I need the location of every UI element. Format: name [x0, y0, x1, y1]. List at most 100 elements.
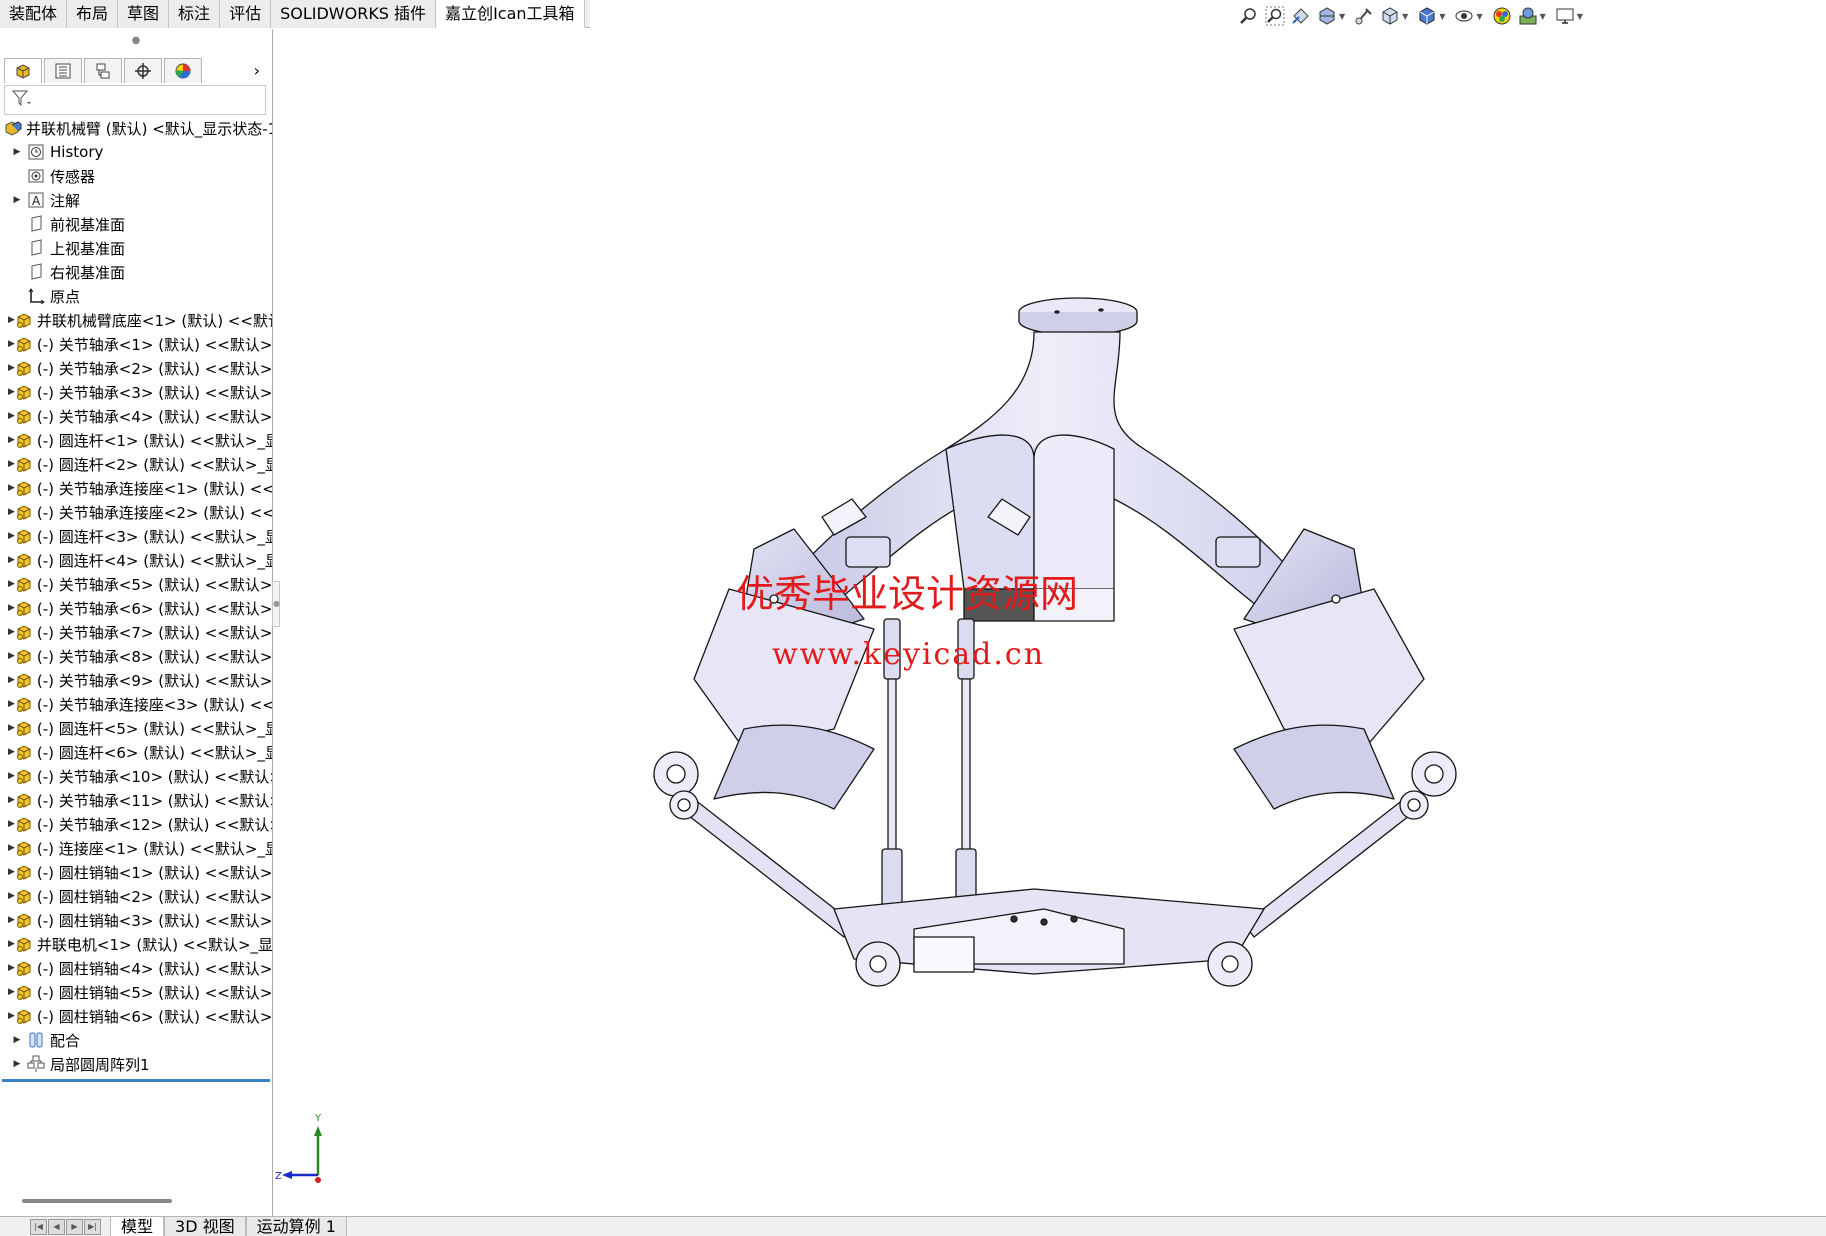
hide-show-items-icon[interactable] — [1453, 5, 1475, 27]
expand-arrow-icon[interactable]: ▶ — [8, 1059, 26, 1069]
expand-arrow-icon[interactable]: ▶ — [8, 363, 15, 373]
tree-item[interactable]: ▶ (-) 关节轴承<7> (默认) <<默认>_显示状态 1> — [0, 620, 272, 644]
tree-item[interactable]: ▶ (-) 关节轴承<9> (默认) <<默认>_显示状态 1> — [0, 668, 272, 692]
tree-item[interactable]: ▶ (-) 关节轴承<2> (默认) <<默认>_显示状态 1> — [0, 356, 272, 380]
tree-item[interactable]: ▶ (-) 圆连杆<2> (默认) <<默认>_显示状态 1> — [0, 452, 272, 476]
command-tab-1[interactable]: 布局 — [67, 0, 119, 28]
chevron-down-icon[interactable]: ▼ — [1402, 12, 1408, 21]
expand-arrow-icon[interactable]: ▶ — [8, 195, 26, 205]
chevron-down-icon[interactable]: ▼ — [1339, 12, 1345, 21]
tree-item[interactable]: ▶原点 — [0, 284, 272, 308]
delta-robot-model[interactable] — [274, 29, 1826, 1216]
tree-item[interactable]: ▶ (-) 关节轴承连接座<3> (默认) <<默认>_显示状态 1> — [0, 692, 272, 716]
tree-item[interactable]: ▶ (-) 圆柱销轴<6> (默认) <<默认>_显示状态 1> — [0, 1004, 272, 1028]
expand-arrow-icon[interactable]: ▶ — [8, 963, 15, 973]
tree-item[interactable]: ▶ (-) 关节轴承<3> (默认) <<默认>_显示状态 1> — [0, 380, 272, 404]
tree-root-assembly[interactable]: 并联机械臂 (默认) <默认_显示状态-1> — [0, 116, 272, 140]
tree-item[interactable]: ▶ (-) 圆连杆<5> (默认) <<默认>_显示状态 1> — [0, 716, 272, 740]
view-settings-icon[interactable] — [1554, 5, 1576, 27]
expand-arrow-icon[interactable]: ▶ — [8, 939, 15, 949]
previous-view-icon[interactable] — [1290, 5, 1312, 27]
command-tab-6[interactable]: 嘉立创Ican工具箱 — [436, 0, 585, 28]
expand-arrow-icon[interactable]: ▶ — [8, 483, 15, 493]
tree-item[interactable]: ▶ (-) 连接座<1> (默认) <<默认>_显示状态 1> — [0, 836, 272, 860]
expand-arrow-icon[interactable]: ▶ — [8, 555, 15, 565]
featuremanager-tab[interactable] — [4, 57, 42, 83]
expand-arrow-icon[interactable]: ▶ — [8, 699, 15, 709]
configurationmanager-tab[interactable] — [84, 57, 122, 83]
panel-horizontal-scrollbar[interactable] — [22, 1199, 172, 1203]
expand-arrow-icon[interactable]: ▶ — [8, 747, 15, 757]
reference-triad[interactable]: Y Z — [274, 1092, 354, 1202]
tree-item[interactable]: ▶ A 注解 — [0, 188, 272, 212]
command-tab-5[interactable]: SOLIDWORKS 插件 — [271, 0, 437, 28]
tree-item[interactable]: ▶ 并联机械臂底座<1> (默认) <<默认>_显示状态 1> — [0, 308, 272, 332]
graphics-area[interactable]: 优秀毕业设计资源网 www.keyicad.cn Y Z — [274, 29, 1826, 1216]
expand-arrow-icon[interactable]: ▶ — [8, 627, 15, 637]
propertymanager-tab[interactable] — [44, 57, 82, 83]
expand-arrow-icon[interactable]: ▶ — [8, 867, 15, 877]
chevron-down-icon[interactable]: ▼ — [1577, 12, 1583, 21]
chevron-right-icon[interactable]: › — [254, 61, 260, 80]
expand-arrow-icon[interactable]: ▶ — [8, 1011, 15, 1021]
tree-item[interactable]: ▶传感器 — [0, 164, 272, 188]
expand-arrow-icon[interactable]: ▶ — [8, 603, 15, 613]
tree-filter-box[interactable] — [4, 85, 266, 115]
tree-item[interactable]: ▶ (-) 关节轴承<1> (默认) <<默认>_显示状态 1> — [0, 332, 272, 356]
expand-arrow-icon[interactable]: ▶ — [8, 819, 15, 829]
expand-arrow-icon[interactable]: ▶ — [8, 531, 15, 541]
panel-grip-icon[interactable]: ● — [0, 29, 272, 53]
tree-item[interactable]: ▶ History — [0, 140, 272, 164]
tree-item[interactable]: ▶右视基准面 — [0, 260, 272, 284]
tree-item[interactable]: ▶ (-) 关节轴承<12> (默认) <<默认>_显示状态 1> — [0, 812, 272, 836]
tree-item[interactable]: ▶ (-) 圆柱销轴<5> (默认) <<默认>_显示状态 1> — [0, 980, 272, 1004]
chevron-down-icon[interactable]: ▼ — [1439, 12, 1445, 21]
command-tab-4[interactable]: 评估 — [220, 0, 272, 28]
expand-arrow-icon[interactable]: ▶ — [8, 915, 15, 925]
expand-arrow-icon[interactable]: ▶ — [8, 891, 15, 901]
dimxpertmanager-tab[interactable] — [124, 57, 162, 83]
tree-item[interactable]: ▶ (-) 圆连杆<3> (默认) <<默认>_显示状态 1> — [0, 524, 272, 548]
display-style-icon[interactable] — [1416, 5, 1438, 27]
apply-scene-icon[interactable] — [1517, 5, 1539, 27]
expand-arrow-icon[interactable]: ▶ — [8, 411, 15, 421]
tree-item[interactable]: ▶ (-) 圆柱销轴<1> (默认) <<默认>_显示状态 1> — [0, 860, 272, 884]
expand-arrow-icon[interactable]: ▶ — [8, 1035, 26, 1045]
last-tab-icon[interactable]: ▶| — [84, 1218, 101, 1235]
displaymanager-tab[interactable] — [164, 57, 202, 83]
next-tab-icon[interactable]: ▶ — [66, 1218, 83, 1235]
command-tab-2[interactable]: 草图 — [118, 0, 170, 28]
expand-arrow-icon[interactable]: ▶ — [8, 315, 15, 325]
expand-arrow-icon[interactable]: ▶ — [8, 459, 15, 469]
command-tab-0[interactable]: 装配体 — [0, 0, 68, 28]
tree-item[interactable]: ▶ 局部圆周阵列1 — [0, 1052, 272, 1076]
tree-item[interactable]: ▶ (-) 圆柱销轴<3> (默认) <<默认>_显示状态 1> — [0, 908, 272, 932]
expand-arrow-icon[interactable]: ▶ — [8, 987, 15, 997]
expand-arrow-icon[interactable]: ▶ — [8, 723, 15, 733]
tree-item[interactable]: ▶ (-) 关节轴承连接座<2> (默认) <<默认>_显示状态 1> — [0, 500, 272, 524]
dynamic-annotation-icon[interactable] — [1353, 5, 1375, 27]
expand-arrow-icon[interactable]: ▶ — [8, 771, 15, 781]
first-tab-icon[interactable]: |◀ — [30, 1218, 47, 1235]
command-tab-3[interactable]: 标注 — [169, 0, 221, 28]
bottom-tab-2[interactable]: 运动算例 1 — [245, 1217, 347, 1236]
tree-item[interactable]: ▶ (-) 关节轴承<8> (默认) <<默认>_显示状态 1> — [0, 644, 272, 668]
tree-item[interactable]: ▶ (-) 关节轴承连接座<1> (默认) <<默认>_显示状态 1> — [0, 476, 272, 500]
tree-item[interactable]: ▶ 配合 — [0, 1028, 272, 1052]
expand-arrow-icon[interactable]: ▶ — [8, 675, 15, 685]
expand-arrow-icon[interactable]: ▶ — [8, 387, 15, 397]
tree-item[interactable]: ▶ 并联电机<1> (默认) <<默认>_显示状态 1> — [0, 932, 272, 956]
tree-item[interactable]: ▶ (-) 圆连杆<1> (默认) <<默认>_显示状态 1> — [0, 428, 272, 452]
expand-arrow-icon[interactable]: ▶ — [8, 507, 15, 517]
chevron-down-icon[interactable]: ▼ — [1540, 12, 1546, 21]
tree-item[interactable]: ▶ (-) 圆连杆<4> (默认) <<默认>_显示状态 1> — [0, 548, 272, 572]
expand-arrow-icon[interactable]: ▶ — [8, 579, 15, 589]
tree-item[interactable]: ▶上视基准面 — [0, 236, 272, 260]
zoom-area-icon[interactable] — [1264, 5, 1286, 27]
bottom-tab-0[interactable]: 模型 — [110, 1217, 165, 1236]
filter-icon[interactable] — [11, 89, 31, 111]
tree-item[interactable]: ▶ (-) 圆柱销轴<4> (默认) <<默认>_显示状态 1> — [0, 956, 272, 980]
tree-item[interactable]: ▶ (-) 关节轴承<5> (默认) <<默认>_显示状态 1> — [0, 572, 272, 596]
edit-appearance-icon[interactable] — [1491, 5, 1513, 27]
tree-item[interactable]: ▶ (-) 圆连杆<6> (默认) <<默认>_显示状态 1> — [0, 740, 272, 764]
